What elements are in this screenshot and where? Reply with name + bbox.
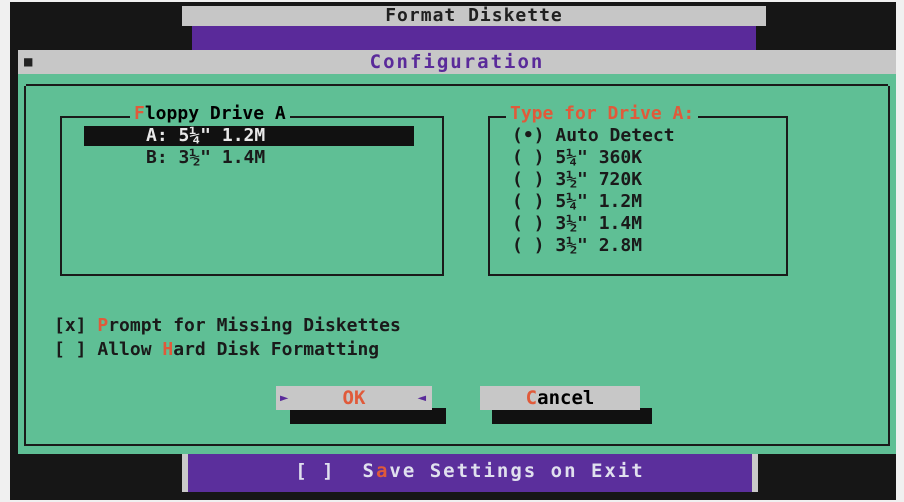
background-window-body xyxy=(192,26,756,50)
radio-label: 5¼" 1.2M xyxy=(555,191,643,212)
radio-mark: ( ) xyxy=(512,169,545,190)
radio-35-28m[interactable]: ( ) 3½" 2.8M xyxy=(512,236,642,256)
cancel-button-shadow xyxy=(492,408,652,424)
radio-mark: ( ) xyxy=(512,213,545,234)
dos-screen: Format Diskette ■ Configuration Floppy D… xyxy=(10,2,896,500)
save-label-rest: ve Settings on Exit xyxy=(389,460,645,482)
cancel-button-label: ancel xyxy=(537,387,595,409)
checkbox-box: [ ] xyxy=(295,460,336,482)
drive-list-item-b[interactable]: B: 3½" 1.4M xyxy=(146,148,265,168)
cancel-button[interactable]: Cancel xyxy=(480,386,640,410)
hotkey-p: P xyxy=(97,315,109,336)
background-window-footer: [ ] Save Settings on Exit xyxy=(182,454,758,492)
ok-button-label: OK xyxy=(342,387,366,409)
drive-type-box-title: Type for Drive A: xyxy=(506,104,699,124)
radio-auto-detect[interactable]: (•) Auto Detect xyxy=(512,126,675,146)
radio-525-360k[interactable]: ( ) 5¼" 360K xyxy=(512,148,642,168)
radio-mark: ( ) xyxy=(512,191,545,212)
checkbox-box: [ ] xyxy=(54,339,87,360)
hotkey-a: a xyxy=(375,460,390,482)
radio-35-14m[interactable]: ( ) 3½" 1.4M xyxy=(512,214,642,234)
save-label-pre: S xyxy=(362,460,376,482)
hotkey-c: C xyxy=(525,387,538,409)
radio-35-720k[interactable]: ( ) 3½" 720K xyxy=(512,170,642,190)
prompt-missing-diskettes-checkbox[interactable]: [x] Prompt for Missing Diskettes xyxy=(54,316,401,336)
ok-button[interactable]: ► OK ◄ xyxy=(276,386,432,410)
radio-label: 5¼" 360K xyxy=(555,147,643,168)
floppy-drive-box-title: Floppy Drive A xyxy=(130,104,290,124)
arrow-left-icon: ◄ xyxy=(417,390,426,406)
dialog-title-bar: ■ Configuration xyxy=(18,50,896,74)
radio-label: 3½" 1.4M xyxy=(555,213,643,234)
radio-mark: (•) xyxy=(512,125,545,146)
arrow-right-icon: ► xyxy=(280,390,289,406)
hotkey-f: F xyxy=(134,103,145,124)
radio-mark: ( ) xyxy=(512,147,545,168)
background-window-title: Format Diskette xyxy=(182,6,766,26)
save-settings-on-exit-checkbox[interactable]: [ ] Save Settings on Exit xyxy=(188,460,752,482)
drive-list-item-a[interactable]: A: 5¼" 1.2M xyxy=(84,126,414,146)
checkbox-box: [x] xyxy=(54,315,87,336)
configuration-dialog: Floppy Drive A A: 5¼" 1.2M B: 3½" 1.4M T… xyxy=(18,74,896,454)
radio-mark: ( ) xyxy=(512,235,545,256)
hotkey-h: H xyxy=(162,339,174,360)
radio-label: 3½" 720K xyxy=(555,169,643,190)
checkbox-label-pre: Allow xyxy=(97,339,163,360)
checkbox-label: rompt for Missing Diskettes xyxy=(108,315,401,336)
radio-525-12m[interactable]: ( ) 5¼" 1.2M xyxy=(512,192,642,212)
allow-hard-disk-formatting-checkbox[interactable]: [ ] Allow Hard Disk Formatting xyxy=(54,340,379,360)
radio-label: 3½" 2.8M xyxy=(555,235,643,256)
ok-button-shadow xyxy=(290,408,446,424)
radio-label: Auto Detect xyxy=(555,125,675,146)
checkbox-label: ard Disk Formatting xyxy=(173,339,380,360)
dialog-title: Configuration xyxy=(369,51,545,73)
